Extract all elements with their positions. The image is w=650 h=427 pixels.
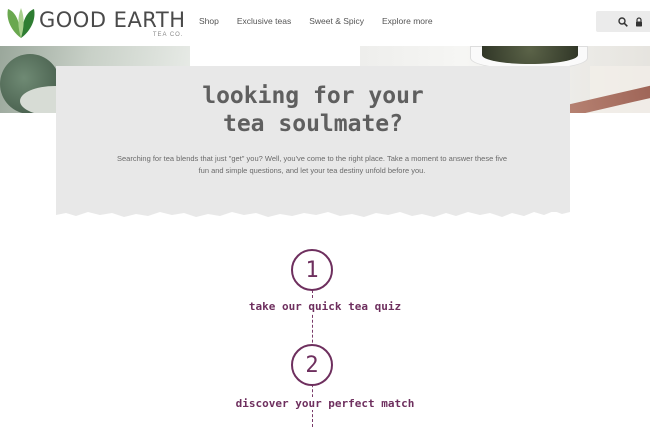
headline-line-1: looking for your bbox=[202, 83, 424, 109]
step-2-label[interactable]: discover your perfect match bbox=[0, 397, 650, 410]
torn-edge bbox=[56, 205, 570, 217]
step-2-text: discover your perfect match bbox=[233, 397, 417, 410]
search-icon[interactable] bbox=[618, 16, 628, 27]
nav-item-explore-more[interactable]: Explore more bbox=[382, 16, 433, 26]
hero-blurb: Searching for tea blends that just "get"… bbox=[116, 154, 508, 175]
site-header: GOOD EARTH TEA CO. Shop Exclusive teas S… bbox=[0, 0, 650, 46]
brand-logo[interactable]: GOOD EARTH TEA CO. bbox=[4, 6, 186, 40]
leaf-logo-icon bbox=[7, 8, 35, 38]
nav-item-exclusive-teas[interactable]: Exclusive teas bbox=[237, 16, 291, 26]
brand-sub: TEA CO. bbox=[152, 32, 184, 38]
header-toolbar bbox=[596, 11, 650, 32]
step-1-label[interactable]: take our quick tea quiz bbox=[0, 300, 650, 313]
lock-icon[interactable] bbox=[634, 16, 644, 27]
main-nav: Shop Exclusive teas Sweet & Spicy Explor… bbox=[199, 16, 451, 26]
nav-item-sweet-spicy[interactable]: Sweet & Spicy bbox=[309, 16, 364, 26]
brand-name: GOOD EARTH bbox=[39, 8, 186, 32]
page-headline: looking for your tea soulmate? bbox=[56, 82, 570, 138]
headline-line-2: tea soulmate? bbox=[222, 111, 403, 137]
nav-item-shop[interactable]: Shop bbox=[199, 16, 219, 26]
step-1-circle: 1 bbox=[291, 249, 333, 291]
step-2-circle: 2 bbox=[291, 344, 333, 386]
step-1-text: take our quick tea quiz bbox=[246, 300, 404, 313]
